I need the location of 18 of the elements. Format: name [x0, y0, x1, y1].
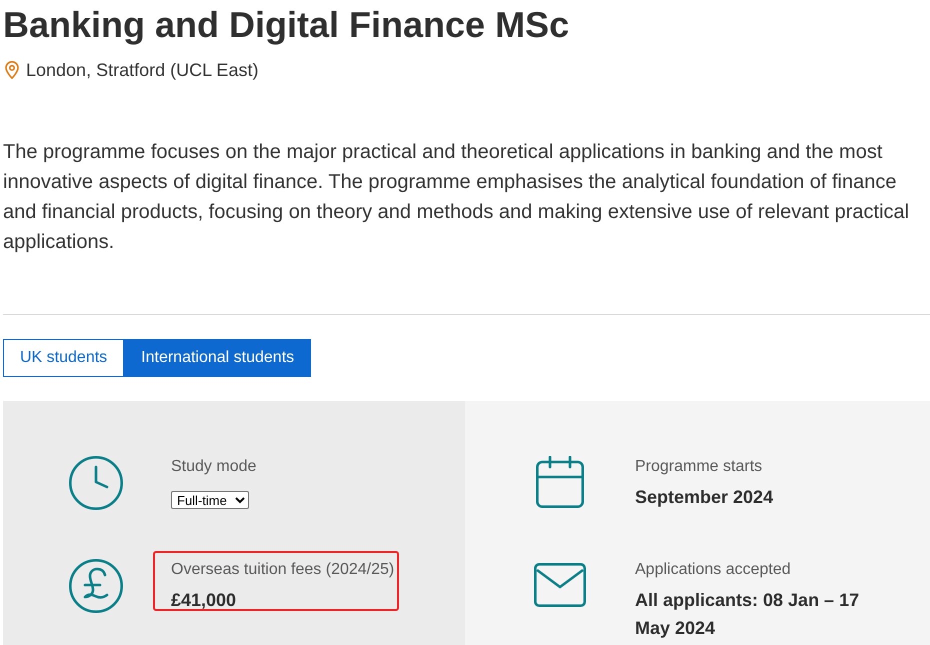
fact-label: Programme starts	[635, 457, 762, 477]
student-type-tab[interactable]: UK students	[3, 339, 124, 377]
student-type-tab[interactable]: International students	[124, 339, 312, 377]
programme-description: The programme focuses on the major practical and theoretical applications in banking and the most innovative aspects of digital finance. The programme emphasises the analytical foundation of finance and financial products, focusing on theory and methods and making extensive use of relevant practical applications.	[3, 140, 910, 255]
study-mode-select[interactable]: Full-time	[171, 491, 249, 509]
fact-value: September 2024	[635, 486, 774, 509]
clock-icon	[69, 456, 123, 510]
fact-value: All applicants: 08 Jan – 17 May 2024	[635, 589, 860, 640]
location-pin-icon	[5, 61, 19, 79]
envelope-icon	[534, 563, 586, 607]
fact-label: Applications accepted	[635, 560, 791, 580]
calendar-icon	[536, 456, 584, 508]
fact-value: £41,000	[171, 589, 236, 612]
fact-label: Study mode	[171, 457, 256, 477]
fact-label: Overseas tuition fees (2024/25)	[171, 560, 394, 580]
location-text: London, Stratford (UCL East)	[26, 60, 258, 80]
pound-icon	[69, 559, 123, 613]
page-title: Banking and Digital Finance MSc	[3, 3, 570, 47]
